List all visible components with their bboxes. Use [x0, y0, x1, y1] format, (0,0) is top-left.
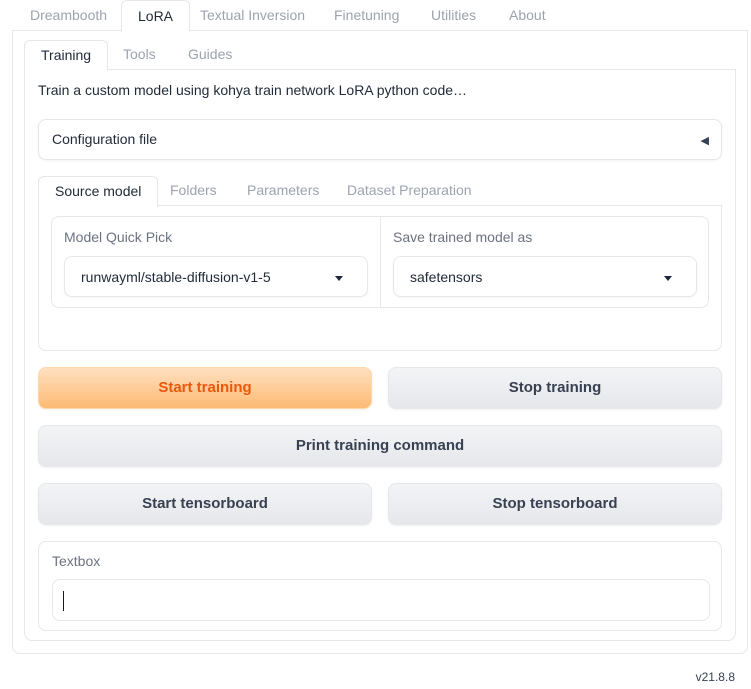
tab-parameters[interactable]: Parameters [231, 176, 335, 207]
save-model-as-select[interactable]: safetensors [393, 256, 697, 297]
tab-tools[interactable]: Tools [107, 40, 172, 71]
model-quick-pick-group: Model Quick Pick runwayml/stable-diffusi… [52, 217, 381, 307]
tab-dataset-preparation[interactable]: Dataset Preparation [331, 176, 488, 207]
model-quick-pick-label: Model Quick Pick [64, 229, 173, 245]
version-label: v21.8.8 [695, 670, 735, 684]
tab-about[interactable]: About [493, 0, 562, 31]
start-training-button[interactable]: Start training [38, 367, 372, 409]
save-model-as-label: Save trained model as [393, 229, 533, 245]
source-tab-bar: Source model Folders Parameters Dataset … [38, 176, 722, 207]
tab-finetuning[interactable]: Finetuning [318, 0, 415, 31]
model-quick-pick-value: runwayml/stable-diffusion-v1-5 [81, 269, 271, 285]
tab-dreambooth[interactable]: Dreambooth [14, 0, 123, 31]
chevron-down-icon [664, 276, 672, 281]
chevron-down-icon [335, 276, 343, 281]
stop-tensorboard-button[interactable]: Stop tensorboard [388, 483, 722, 525]
start-tensorboard-button[interactable]: Start tensorboard [38, 483, 372, 525]
textbox-group: Textbox [38, 541, 722, 631]
tab-guides[interactable]: Guides [172, 40, 248, 71]
tab-folders[interactable]: Folders [154, 176, 233, 207]
main-tab-bar: Dreambooth LoRA Textual Inversion Finetu… [12, 0, 748, 32]
tab-textual-inversion[interactable]: Textual Inversion [184, 0, 321, 31]
source-model-form: Model Quick Pick runwayml/stable-diffusi… [51, 216, 709, 308]
configuration-file-accordion[interactable]: Configuration file ◀ [38, 119, 722, 160]
tab-utilities[interactable]: Utilities [415, 0, 492, 31]
tab-lora[interactable]: LoRA [121, 0, 191, 32]
model-quick-pick-select[interactable]: runwayml/stable-diffusion-v1-5 [64, 256, 368, 297]
stop-training-button[interactable]: Stop training [388, 367, 722, 409]
lora-sub-tab-bar: Training Tools Guides [24, 40, 736, 71]
save-model-as-group: Save trained model as safetensors [381, 217, 708, 307]
save-model-as-value: safetensors [410, 269, 483, 285]
tab-source-model[interactable]: Source model [38, 176, 159, 207]
textbox-input[interactable] [52, 579, 710, 621]
print-training-command-button[interactable]: Print training command [38, 425, 722, 467]
collapse-triangle-icon: ◀ [700, 135, 709, 147]
textbox-label: Textbox [52, 553, 101, 569]
tab-training[interactable]: Training [24, 40, 109, 71]
page-description: Train a custom model using kohya train n… [38, 82, 468, 98]
text-cursor [63, 591, 64, 611]
accordion-label: Configuration file [52, 131, 158, 147]
